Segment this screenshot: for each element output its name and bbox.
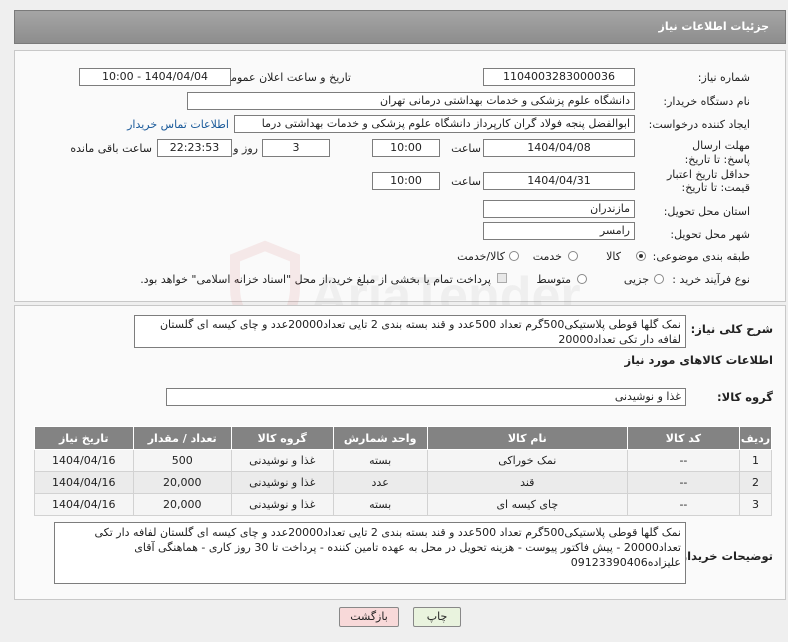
- row-qty: 20,000: [132, 493, 232, 516]
- announce-label: تاریخ و ساعت اعلان عمومی:: [218, 71, 351, 84]
- category-radio-goods[interactable]: [636, 251, 646, 261]
- row-name: قند: [426, 471, 628, 494]
- remaining-time-field[interactable]: 22:23:53: [157, 139, 232, 157]
- remaining-label: ساعت باقی مانده: [70, 142, 152, 155]
- table-row[interactable]: 3 -- چای کیسه ای بسته غذا و نوشیدنی 20,0…: [34, 493, 772, 516]
- reply-deadline-label: مهلت ارسال پاسخ: تا تاریخ:: [684, 139, 750, 166]
- category-radio-both[interactable]: [509, 251, 519, 261]
- col-header-name: نام کالا: [426, 426, 628, 450]
- price-time-field[interactable]: 10:00: [372, 172, 440, 190]
- city-field[interactable]: رامسر: [483, 222, 635, 240]
- process-option-minor: جزیی: [623, 273, 649, 286]
- table-header-row: ردیف کد کالا نام کالا واحد شمارش گروه کا…: [34, 426, 772, 450]
- category-radio-service[interactable]: [568, 251, 578, 261]
- city-label: شهر محل تحویل:: [670, 228, 750, 241]
- announce-field[interactable]: 1404/04/04 - 10:00: [79, 68, 231, 86]
- reply-date-field[interactable]: 1404/04/08: [483, 139, 635, 157]
- category-option-service: خدمت: [532, 250, 562, 263]
- row-unit: بسته: [332, 449, 428, 472]
- description-textarea[interactable]: نمک گلها قوطی پلاستیکی500گرم تعداد 500عد…: [134, 315, 686, 348]
- price-time-label: ساعت: [451, 175, 481, 188]
- row-date: 1404/04/16: [34, 471, 134, 494]
- row-index: 2: [739, 471, 772, 494]
- back-button[interactable]: بازگشت: [339, 607, 399, 627]
- buyer-org-field[interactable]: دانشگاه علوم پزشکی و خدمات بهداشتی درمان…: [187, 92, 635, 110]
- process-radio-medium[interactable]: [577, 274, 587, 284]
- province-field[interactable]: مازندران: [483, 200, 635, 218]
- reply-time-label: ساعت: [451, 142, 481, 155]
- row-qty: 20,000: [132, 471, 232, 494]
- col-header-date: تاریخ نیاز: [34, 426, 134, 450]
- row-group: غذا و نوشیدنی: [230, 449, 334, 472]
- need-number-field[interactable]: 1104003283000036: [483, 68, 635, 86]
- row-unit: بسته: [332, 493, 428, 516]
- row-group: غذا و نوشیدنی: [230, 493, 334, 516]
- panel-title: جزئیات اطلاعات نیاز: [658, 20, 770, 33]
- category-option-goods: کالا: [606, 250, 621, 263]
- print-button[interactable]: چاپ: [413, 607, 461, 627]
- row-name: چای کیسه ای: [426, 493, 628, 516]
- row-unit: عدد: [332, 471, 428, 494]
- price-validity-label: حداقل تاریخ اعتبار قیمت: تا تاریخ:: [666, 168, 750, 194]
- buyer-notes-textarea[interactable]: نمک گلها قوطی پلاستیکی500گرم تعداد 500عد…: [54, 522, 686, 584]
- col-header-index: ردیف: [739, 426, 772, 450]
- col-header-group: گروه کالا: [230, 426, 334, 450]
- creator-field[interactable]: ابوالفضل پنجه فولاد گران کارپرداز دانشگا…: [234, 115, 635, 133]
- payment-note: پرداخت تمام یا بخشی از مبلغ خرید،از محل …: [140, 273, 491, 286]
- col-header-code: کد کالا: [626, 426, 741, 450]
- row-name: نمک خوراکی: [426, 449, 628, 472]
- row-code: --: [626, 471, 741, 494]
- row-index: 1: [739, 449, 772, 472]
- row-qty: 500: [132, 449, 232, 472]
- goods-group-field[interactable]: غذا و نوشیدنی: [166, 388, 686, 406]
- need-number-label: شماره نیاز:: [697, 71, 750, 84]
- price-date-field[interactable]: 1404/04/31: [483, 172, 635, 190]
- row-code: --: [626, 449, 741, 472]
- description-label: شرح کلی نیاز:: [690, 322, 773, 336]
- col-header-unit: واحد شمارش: [332, 426, 428, 450]
- goods-table: ردیف کد کالا نام کالا واحد شمارش گروه کا…: [34, 426, 772, 516]
- category-option-both: کالا/خدمت: [457, 250, 505, 263]
- process-label: نوع فرآیند خرید :: [672, 273, 750, 286]
- panel-header: جزئیات اطلاعات نیاز: [14, 10, 786, 44]
- row-group: غذا و نوشیدنی: [230, 471, 334, 494]
- row-code: --: [626, 493, 741, 516]
- category-label: طبقه بندی موضوعی:: [652, 250, 750, 263]
- buyer-notes-label: توضیحات خریدار:: [675, 549, 773, 563]
- row-date: 1404/04/16: [34, 493, 134, 516]
- goods-section-title: اطلاعات کالاهای مورد نیاز: [624, 353, 773, 367]
- days-label: روز و: [233, 142, 258, 155]
- creator-label: ایجاد کننده درخواست:: [648, 118, 750, 131]
- days-field[interactable]: 3: [262, 139, 330, 157]
- buyer-contact-link[interactable]: اطلاعات تماس خریدار: [127, 118, 229, 131]
- province-label: استان محل تحویل:: [663, 205, 750, 218]
- table-row[interactable]: 2 -- قند عدد غذا و نوشیدنی 20,000 1404/0…: [34, 471, 772, 494]
- process-radio-minor[interactable]: [654, 274, 664, 284]
- process-option-medium: متوسط: [536, 273, 571, 286]
- goods-group-label: گروه کالا:: [717, 390, 773, 404]
- buyer-org-label: نام دستگاه خریدار:: [663, 95, 750, 108]
- row-index: 3: [739, 493, 772, 516]
- reply-time-field[interactable]: 10:00: [372, 139, 440, 157]
- col-header-qty: تعداد / مقدار: [132, 426, 232, 450]
- table-row[interactable]: 1 -- نمک خوراکی بسته غذا و نوشیدنی 500 1…: [34, 449, 772, 472]
- treasury-checkbox[interactable]: [497, 273, 507, 283]
- row-date: 1404/04/16: [34, 449, 134, 472]
